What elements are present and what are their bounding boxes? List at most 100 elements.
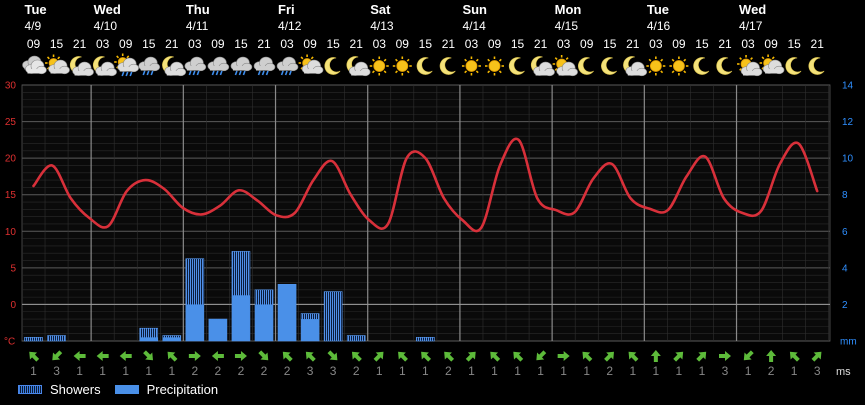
hour-label: 09 (211, 37, 225, 51)
wind-arrow-icon (536, 350, 547, 361)
sun-icon (392, 56, 412, 76)
hour-label: 21 (811, 37, 825, 51)
raindrop-icon (121, 71, 125, 77)
showers-bar (323, 291, 343, 342)
wind-arrow-icon (421, 351, 432, 362)
wind-speed: 1 (168, 364, 175, 378)
wind-arrow-icon (766, 350, 777, 362)
wind-arrow-icon (557, 351, 570, 361)
moon-icon (416, 57, 433, 75)
wind-speed: 1 (560, 364, 567, 378)
wind-speed: 1 (791, 364, 798, 378)
wind-arrow-icon (73, 351, 86, 361)
sun-icon (461, 56, 481, 76)
wind-speed: 2 (284, 364, 291, 378)
moon-icon (808, 57, 825, 75)
legend-showers-label: Showers (50, 382, 101, 397)
wind-arrow-icon (119, 351, 132, 361)
hour-label: 21 (350, 37, 364, 51)
moon-cloud-icon (346, 56, 371, 77)
hour-label: 09 (488, 37, 502, 51)
day-name: Wed (739, 2, 766, 17)
precip-tick-label: 2 (842, 300, 848, 311)
raindrop-icon (196, 70, 200, 76)
weather-icon-row (22, 53, 825, 77)
hour-label: 21 (165, 37, 179, 51)
sun-icon (485, 56, 504, 76)
cloud-icon (72, 61, 94, 77)
moon-icon (508, 57, 525, 75)
wind-unit-label: ms (836, 366, 851, 378)
wind-arrow-icon (373, 351, 384, 362)
temp-tick-label: 20 (5, 154, 17, 165)
hour-label: 09 (396, 37, 410, 51)
wind-arrow-icon (650, 350, 661, 362)
raindrop-icon (125, 71, 129, 77)
wind-speed: 1 (422, 364, 429, 378)
wind-speed: 1 (376, 364, 383, 378)
showers-bar (416, 337, 435, 342)
wind-arrow-icon (143, 350, 153, 361)
moon-cloud-icon (92, 56, 117, 77)
wind-speed: 2 (606, 364, 613, 378)
temp-unit-label: °C (4, 337, 15, 348)
precip-tick-label: 10 (842, 154, 854, 165)
hour-label: 03 (465, 37, 479, 51)
wind-arrow-icon (167, 351, 178, 362)
cloud-icon (348, 61, 371, 77)
wind-arrow-icon (52, 350, 63, 361)
hour-label: 15 (787, 37, 801, 51)
raindrop-icon (257, 70, 261, 76)
raindrop-icon (129, 71, 133, 77)
moon-icon (578, 57, 594, 75)
temp-tick-label: 15 (5, 190, 17, 201)
raindrop-icon (288, 70, 292, 76)
day-name: Mon (555, 2, 582, 17)
wind-arrow-icon (673, 351, 684, 362)
raindrop-icon (234, 70, 238, 76)
hour-label: 09 (119, 37, 133, 51)
plot-grid (21, 84, 831, 342)
cloud-rain-icon (207, 56, 230, 76)
hour-label: 09 (27, 37, 41, 51)
day-date: 4/13 (370, 19, 394, 33)
wind-speed: 3 (722, 364, 729, 378)
raindrop-icon (150, 70, 154, 76)
cloud-icon (95, 61, 117, 77)
precip-tick-label: 12 (842, 117, 854, 128)
partly-sunny-icon (298, 54, 324, 75)
wind-speed: 1 (699, 364, 706, 378)
moon-icon (808, 57, 825, 75)
partly-sunny-icon (759, 54, 785, 75)
temp-tick-label: 25 (5, 117, 17, 128)
weather-chart: Tue 4/9 Wed 4/10 Thu 4/11 Fri 4/12 Sat 4/13 Sun 4/1… (4, 2, 857, 378)
wind-arrow-icon (305, 351, 316, 362)
wind-speed: 1 (537, 364, 544, 378)
cloud-rain-icon (230, 56, 253, 76)
moon-icon (601, 57, 617, 75)
hour-label: 21 (442, 37, 456, 51)
wind-arrow-icon (582, 351, 593, 362)
wind-arrow-icon (811, 351, 822, 362)
moon-icon (693, 57, 710, 75)
cloud-icon (138, 56, 161, 72)
wind-speed: 3 (53, 364, 60, 378)
hour-label: 03 (96, 37, 110, 51)
moon-icon (416, 57, 433, 75)
day-date: 4/10 (94, 19, 118, 33)
hour-label: 15 (511, 37, 525, 51)
raindrop-icon (211, 70, 215, 76)
day-name: Wed (94, 2, 121, 17)
wind-speed: 2 (215, 364, 222, 378)
hour-label: 21 (626, 37, 640, 51)
wind-speed: 1 (399, 364, 406, 378)
wind-speed: 2 (768, 364, 775, 378)
hour-row: 09 15 21 03 09 15 21 03 09 15 21 03 09 15 21 03 09 15 21 03… (27, 37, 824, 51)
cloud-rain-icon (184, 56, 207, 76)
sun-cloud-icon (737, 55, 763, 77)
moon-icon (693, 57, 710, 75)
precip-tick-label: 8 (842, 190, 848, 201)
moon-icon (439, 57, 456, 75)
day-name: Tue (647, 2, 669, 17)
partly-sunny-icon (45, 54, 70, 75)
